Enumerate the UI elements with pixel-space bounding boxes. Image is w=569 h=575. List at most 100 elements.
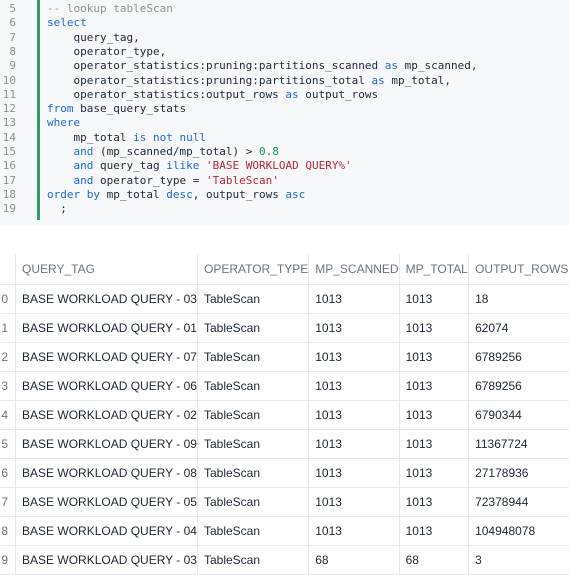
code-token: 'TableScan' [205,173,279,187]
table-cell: BASE WORKLOAD QUERY - 06 [15,371,198,401]
code-token: and [73,145,94,158]
column-header[interactable]: QUERY_TAG [15,254,198,285]
table-cell: BASE WORKLOAD QUERY - 08 [15,458,198,488]
table-cell: TableScan [197,429,310,459]
results-grid: QUERY_TAG OPERATOR_TYPE MP_SCANNED MP_TO… [0,254,569,575]
table-cell: 6789256 [468,371,569,401]
table-row[interactable]: 4 BASE WORKLOAD QUERY - 02 TableScan 1013 10… [0,400,569,430]
row-index: 1 [0,313,17,343]
code-token: operator_type = [93,173,206,187]
table-cell: 1013 [399,400,470,430]
row-index: 8 [0,516,17,546]
table-cell: 1013 [308,400,400,430]
row-index: 2 [0,342,17,372]
code-token: desc [166,187,193,201]
table-cell: 1013 [399,429,470,459]
row-index: 4 [0,400,17,430]
table-cell: BASE WORKLOAD QUERY - 05 [15,487,198,517]
row-index: 6 [0,458,17,488]
table-row[interactable]: 0 BASE WORKLOAD QUERY - 03 TableScan 1013 10… [0,284,569,314]
code-token: ; [47,202,67,216]
code-token: mp_total [99,187,167,201]
table-cell: 68 [308,545,400,575]
table-cell: TableScan [197,371,310,401]
table-row[interactable]: 9 BASE WORKLOAD QUERY - 03 TableScan 68 68 3 [0,545,569,575]
header-row: QUERY_TAG OPERATOR_TYPE MP_SCANNED MP_TO… [0,254,569,285]
code-token: as [371,73,385,87]
code-token: and [73,159,94,173]
table-cell: TableScan [197,545,310,575]
table-row[interactable]: 3 BASE WORKLOAD QUERY - 06 TableScan 1013 10… [0,371,569,401]
table-cell: 27178936 [468,458,569,488]
table-row[interactable]: 8 BASE WORKLOAD QUERY - 04 TableScan 1013 10… [0,516,569,546]
code-token: query_tag, [47,30,140,44]
table-cell: 1013 [308,487,400,517]
row-index: 5 [0,429,17,459]
code-token: output_rows [298,87,379,101]
results-table: QUERY_TAG OPERATOR_TYPE MP_SCANNED MP_TO… [0,254,569,575]
table-cell: 6790344 [468,400,569,430]
table-cell: 11367724 [468,429,569,459]
table-cell: 1013 [399,284,470,314]
code-token: operator_statistics:pruning:partitions_t… [47,73,372,87]
table-cell: 1013 [308,371,400,401]
index-header [0,254,17,285]
table-cell: 6789256 [468,342,569,372]
code-token: and [73,173,94,187]
table-cell: TableScan [197,516,310,546]
table-cell: 1013 [308,284,400,314]
table-cell: BASE WORKLOAD QUERY - 07 [15,342,198,372]
code-token: query_tag [93,159,167,173]
table-cell: BASE WORKLOAD QUERY - 03 [15,545,198,575]
table-row[interactable]: 1 BASE WORKLOAD QUERY - 01 TableScan 1013 10… [0,313,569,343]
table-row[interactable]: 6 BASE WORKLOAD QUERY - 08 TableScan 1013 10… [0,458,569,488]
code-token: order by [47,187,100,201]
table-cell: TableScan [197,284,310,314]
table-cell: 3 [468,545,569,575]
column-header[interactable]: MP_SCANNED [308,254,400,285]
table-cell: BASE WORKLOAD QUERY - 02 [15,400,198,430]
sql-editor[interactable]: 5 -- lookup tableScan 6 select 7 query_tag, 8… [0,0,569,226]
table-row[interactable]: 7 BASE WORKLOAD QUERY - 05 TableScan 1013 10… [0,487,569,517]
table-cell: 72378944 [468,487,569,517]
table-cell: TableScan [197,487,310,517]
table-cell: 1013 [399,487,470,517]
table-cell: 1013 [399,516,470,546]
table-cell: BASE WORKLOAD QUERY - 01 [15,313,198,343]
code-token: -- lookup tableScan [47,2,173,15]
table-cell: 1013 [399,342,470,372]
code-token: mp_total [47,130,134,144]
code-token: base_query_stats [73,102,187,116]
table-row[interactable]: 5 BASE WORKLOAD QUERY - 09 TableScan 1013 10… [0,429,569,459]
code-token: is not null [133,130,206,144]
table-cell: 1013 [308,342,400,372]
table-cell: 1013 [399,371,470,401]
table-cell: 1013 [308,516,400,546]
code-line[interactable]: 19 ; [0,200,569,217]
code-token: (mp_scanned/mp_total) > [93,145,259,158]
table-cell: 1013 [399,313,470,343]
table-cell: TableScan [197,400,310,430]
column-header[interactable]: OUTPUT_ROWS [468,254,569,285]
code-token: , output_rows [192,187,286,201]
table-cell: 62074 [468,313,569,343]
table-cell: 18 [468,284,569,314]
code-token: 0.8 [258,145,279,158]
code-token: from [47,102,74,116]
code-token: mp_total, [384,73,451,87]
table-cell: TableScan [197,342,310,372]
table-cell: TableScan [197,458,310,488]
code-token: operator_statistics:output_rows [47,87,286,101]
table-row[interactable]: 2 BASE WORKLOAD QUERY - 07 TableScan 1013 10… [0,342,569,372]
table-cell: BASE WORKLOAD QUERY - 03 [15,284,198,314]
column-header[interactable]: MP_TOTAL [399,254,470,285]
code-token: select [47,16,87,30]
column-header[interactable]: OPERATOR_TYPE [197,254,310,285]
table-cell: 68 [399,545,470,575]
code-token: as [384,59,399,73]
code-token: mp_scanned, [398,59,478,73]
code-text: ; [47,200,67,217]
row-index: 3 [0,371,17,401]
